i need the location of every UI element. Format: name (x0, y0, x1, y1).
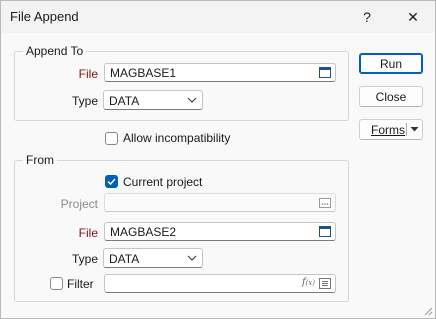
dialog-title: File Append (10, 9, 79, 24)
from-type-label: Type (71, 252, 98, 266)
file-append-dialog: File Append ? ✕ Append To File MAGBASE1 … (0, 0, 436, 319)
title-bar: File Append ? ✕ (1, 1, 435, 33)
help-button[interactable]: ? (347, 1, 387, 33)
allow-incompatibility-checkbox[interactable] (105, 132, 118, 145)
chevron-down-icon (187, 255, 197, 261)
append-type-label: Type (71, 94, 98, 108)
from-group-label: From (23, 153, 57, 167)
append-file-value: MAGBASE1 (110, 66, 177, 80)
append-type-select[interactable]: DATA (103, 90, 203, 110)
dropdown-arrow-icon[interactable] (410, 126, 419, 133)
chevron-down-icon (187, 97, 197, 103)
checkmark-icon (107, 178, 116, 186)
browse-project-icon[interactable] (318, 196, 332, 209)
run-button-label: Run (379, 56, 402, 71)
project-field[interactable] (104, 193, 336, 212)
from-file-value: MAGBASE2 (110, 225, 177, 239)
append-file-label: File (78, 67, 98, 81)
filter-checkbox[interactable] (50, 277, 63, 290)
split-divider (406, 123, 407, 136)
current-project-checkbox[interactable] (105, 175, 118, 188)
project-label: Project (60, 197, 98, 211)
dialog-body: Append To File MAGBASE1 Type DATA Allow … (1, 33, 435, 318)
close-window-button[interactable]: ✕ (393, 1, 433, 33)
from-type-select[interactable]: DATA (103, 248, 203, 268)
from-file-field[interactable]: MAGBASE2 (104, 222, 336, 241)
from-file-label: File (78, 226, 98, 240)
resize-grip-icon[interactable] (423, 306, 433, 316)
run-button[interactable]: Run (359, 53, 423, 74)
filter-field[interactable]: f(x) (104, 274, 336, 293)
filter-editor-icon[interactable] (318, 277, 332, 290)
close-button[interactable]: Close (359, 86, 423, 107)
append-type-value: DATA (109, 94, 140, 108)
help-icon: ? (363, 9, 371, 25)
append-file-field[interactable]: MAGBASE1 (104, 63, 336, 82)
function-icon[interactable]: f(x) (302, 277, 315, 288)
browse-file-icon[interactable] (318, 66, 332, 79)
close-button-label: Close (375, 89, 407, 104)
from-type-value: DATA (109, 252, 140, 266)
filter-label: Filter (67, 277, 94, 291)
close-icon: ✕ (407, 8, 419, 25)
forms-button-label: Forms (371, 122, 405, 137)
browse-file-icon[interactable] (318, 225, 332, 238)
current-project-label: Current project (123, 175, 203, 189)
forms-button[interactable]: Forms (359, 119, 423, 140)
append-to-group-label: Append To (23, 44, 87, 58)
append-to-group: Append To (14, 44, 349, 121)
allow-incompatibility-label: Allow incompatibility (123, 131, 231, 145)
